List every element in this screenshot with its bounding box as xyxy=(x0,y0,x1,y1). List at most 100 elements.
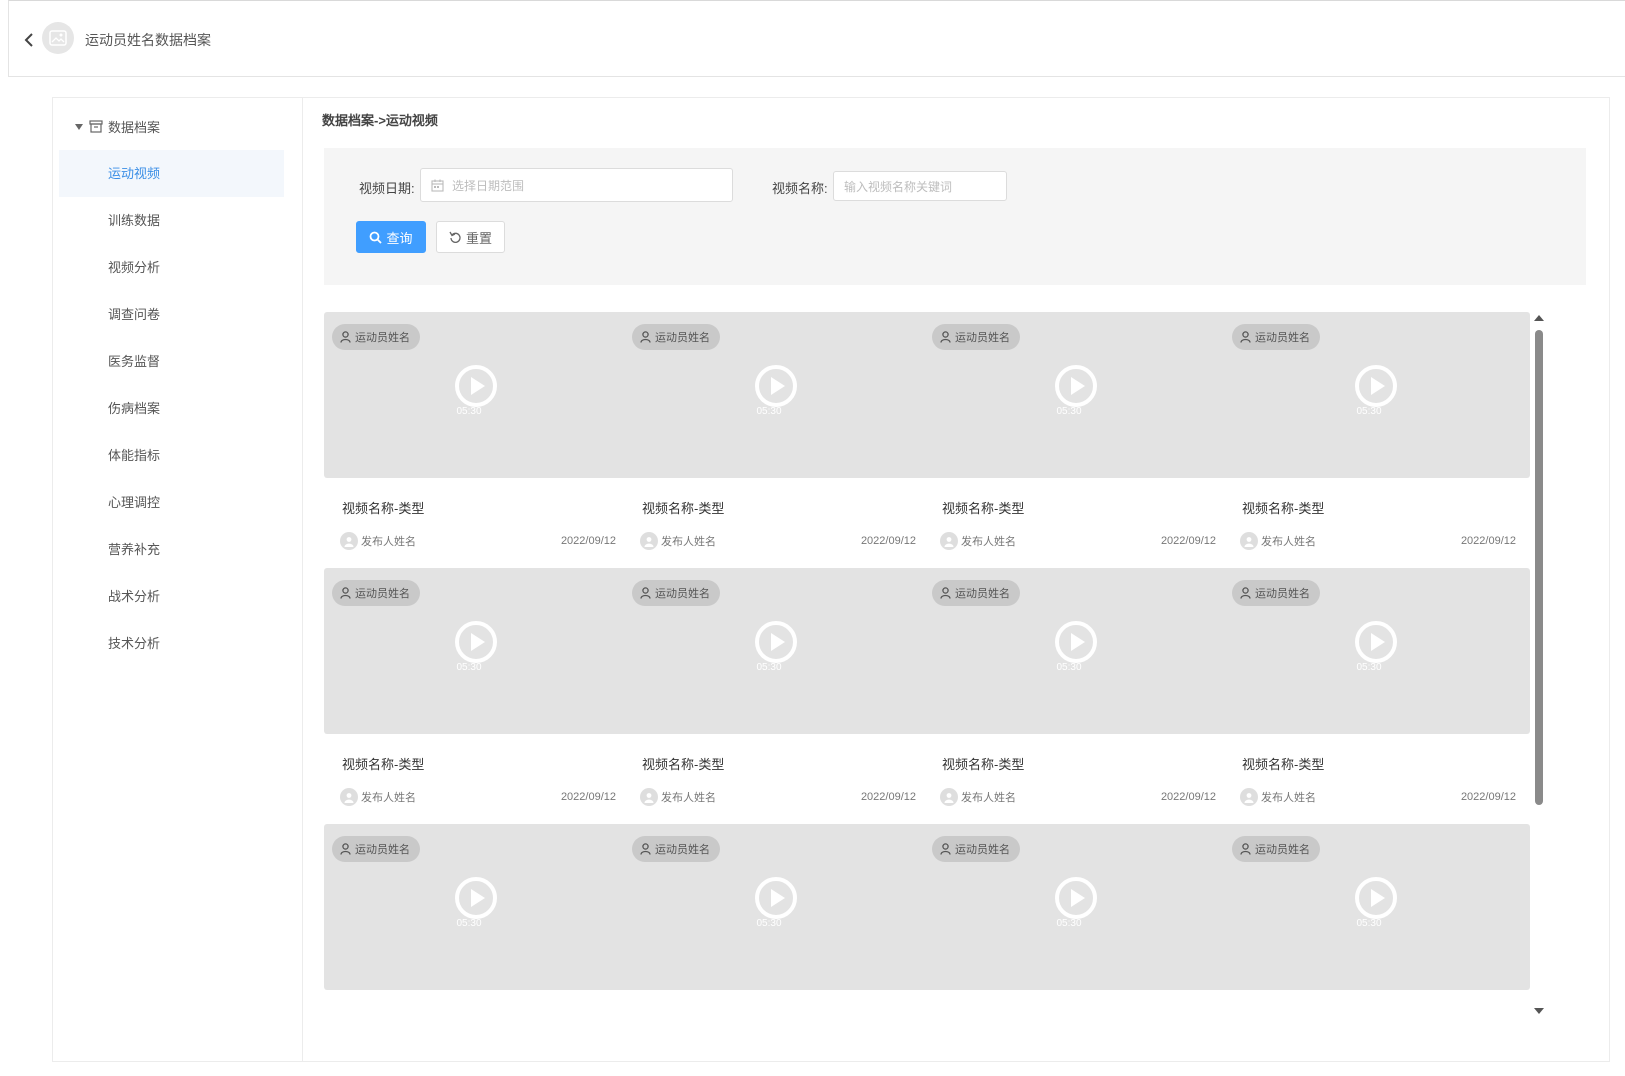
video-thumbnail[interactable]: 运动员姓名 05:30 xyxy=(624,824,930,990)
athlete-name: 运动员姓名 xyxy=(1255,844,1310,856)
reset-icon xyxy=(449,231,461,243)
video-card[interactable]: 运动员姓名 05:30 视频名称-类型 发布人姓名 2022/09/12 xyxy=(924,312,1230,570)
video-card[interactable]: 运动员姓名 05:30 视频名称-类型 发布人姓名 2022/09/12 xyxy=(924,568,1230,826)
play-icon[interactable] xyxy=(454,876,498,920)
video-card[interactable]: 运动员姓名 05:30 xyxy=(624,824,930,1027)
video-thumbnail[interactable]: 运动员姓名 05:30 xyxy=(924,568,1230,734)
date-label: 视频日期: xyxy=(359,181,415,196)
video-thumbnail[interactable]: 运动员姓名 05:30 xyxy=(324,824,630,990)
video-title[interactable]: 视频名称-类型 xyxy=(642,498,724,517)
publisher: 发布人姓名 xyxy=(340,788,416,806)
app-header: 运动员姓名数据档案 xyxy=(8,0,1625,77)
athlete-tag: 运动员姓名 xyxy=(632,324,720,350)
video-title[interactable]: 视频名称-类型 xyxy=(342,498,424,517)
video-name-placeholder: 输入视频名称关键词 xyxy=(844,179,953,194)
video-title[interactable]: 视频名称-类型 xyxy=(342,754,424,773)
sidebar-item-injury-records[interactable]: 伤病档案 xyxy=(59,385,284,432)
video-thumbnail[interactable]: 运动员姓名 05:30 xyxy=(624,312,930,478)
video-title[interactable]: 视频名称-类型 xyxy=(1242,754,1324,773)
athlete-tag: 运动员姓名 xyxy=(632,836,720,862)
athlete-name: 运动员姓名 xyxy=(655,332,710,344)
play-icon[interactable] xyxy=(1354,876,1398,920)
video-duration: 05:30 xyxy=(456,662,482,673)
sidebar-item-sports-video[interactable]: 运动视频 xyxy=(59,150,284,197)
video-thumbnail[interactable]: 运动员姓名 05:30 xyxy=(1224,568,1530,734)
publish-date: 2022/09/12 xyxy=(860,791,916,803)
athlete-name: 运动员姓名 xyxy=(355,588,410,600)
video-title[interactable]: 视频名称-类型 xyxy=(942,754,1024,773)
athlete-name: 运动员姓名 xyxy=(1255,332,1310,344)
video-card[interactable]: 运动员姓名 05:30 视频名称-类型 发布人姓名 2022/09/12 xyxy=(1224,312,1530,570)
user-icon xyxy=(940,331,951,343)
video-meta: 发布人姓名 2022/09/12 xyxy=(340,788,616,806)
publisher-name: 发布人姓名 xyxy=(961,536,1016,548)
video-title[interactable]: 视频名称-类型 xyxy=(1242,498,1324,517)
video-thumbnail[interactable]: 运动员姓名 05:30 xyxy=(1224,824,1530,990)
play-icon[interactable] xyxy=(1054,364,1098,408)
scroll-down-arrow-icon[interactable] xyxy=(1534,1008,1544,1014)
play-icon[interactable] xyxy=(754,620,798,664)
play-icon[interactable] xyxy=(454,620,498,664)
play-icon[interactable] xyxy=(754,364,798,408)
video-thumbnail[interactable]: 运动员姓名 05:30 xyxy=(924,312,1230,478)
back-arrow-icon[interactable] xyxy=(19,29,39,51)
publisher-avatar-icon xyxy=(940,788,958,806)
scrollbar-thumb[interactable] xyxy=(1535,330,1543,805)
user-icon xyxy=(340,587,351,599)
video-card[interactable]: 运动员姓名 05:30 视频名称-类型 发布人姓名 2022/09/12 xyxy=(624,568,930,826)
search-button[interactable]: 查询 xyxy=(356,221,426,253)
publisher-avatar-icon xyxy=(1240,788,1258,806)
video-card[interactable]: 运动员姓名 05:30 视频名称-类型 发布人姓名 2022/09/12 xyxy=(324,568,630,826)
video-thumbnail[interactable]: 运动员姓名 05:30 xyxy=(1224,312,1530,478)
main-frame: 数据档案 运动视频 训练数据 视频分析 调查问卷 医务监督 伤病档案 体能指标 … xyxy=(52,97,1610,1062)
play-icon[interactable] xyxy=(1354,364,1398,408)
video-card[interactable]: 运动员姓名 05:30 xyxy=(1224,824,1530,1027)
sidebar-item-nutrition[interactable]: 营养补充 xyxy=(59,526,284,573)
publisher-avatar-icon xyxy=(340,788,358,806)
video-thumbnail[interactable]: 运动员姓名 05:30 xyxy=(624,568,930,734)
video-meta: 发布人姓名 2022/09/12 xyxy=(340,532,616,550)
play-icon[interactable] xyxy=(754,876,798,920)
video-card[interactable]: 运动员姓名 05:30 xyxy=(324,824,630,1027)
sidebar-item-medical-supervision[interactable]: 医务监督 xyxy=(59,338,284,385)
publisher: 发布人姓名 xyxy=(340,532,416,550)
scroll-up-arrow-icon[interactable] xyxy=(1534,315,1544,321)
video-card[interactable]: 运动员姓名 05:30 视频名称-类型 发布人姓名 2022/09/12 xyxy=(324,312,630,570)
video-card[interactable]: 运动员姓名 05:30 视频名称-类型 发布人姓名 2022/09/12 xyxy=(1224,568,1530,826)
sidebar-item-questionnaire[interactable]: 调查问卷 xyxy=(59,291,284,338)
sidebar-item-technical-analysis[interactable]: 技术分析 xyxy=(59,620,284,667)
video-title[interactable]: 视频名称-类型 xyxy=(642,754,724,773)
reset-button[interactable]: 重置 xyxy=(436,221,505,253)
sidebar-item-mental-regulation[interactable]: 心理调控 xyxy=(59,479,284,526)
publisher: 发布人姓名 xyxy=(1240,532,1316,550)
publisher: 发布人姓名 xyxy=(640,532,716,550)
sidebar-item-video-analysis[interactable]: 视频分析 xyxy=(59,244,284,291)
publisher-name: 发布人姓名 xyxy=(361,536,416,548)
play-icon[interactable] xyxy=(1354,620,1398,664)
video-meta: 发布人姓名 2022/09/12 xyxy=(1240,788,1516,806)
caret-down-icon[interactable] xyxy=(75,123,83,130)
date-range-input[interactable]: 选择日期范围 xyxy=(420,168,733,202)
video-grid: 运动员姓名 05:30 视频名称-类型 发布人姓名 2022/09/12 运动员… xyxy=(324,312,1562,1027)
play-icon[interactable] xyxy=(1054,876,1098,920)
sidebar-item-tactical-analysis[interactable]: 战术分析 xyxy=(59,573,284,620)
video-card[interactable]: 运动员姓名 05:30 xyxy=(924,824,1230,1027)
play-icon[interactable] xyxy=(454,364,498,408)
video-thumbnail[interactable]: 运动员姓名 05:30 xyxy=(324,568,630,734)
video-card[interactable]: 运动员姓名 05:30 视频名称-类型 发布人姓名 2022/09/12 xyxy=(624,312,930,570)
sidebar-root[interactable]: 数据档案 xyxy=(75,116,160,136)
video-title[interactable]: 视频名称-类型 xyxy=(942,498,1024,517)
video-meta: 发布人姓名 2022/09/12 xyxy=(640,788,916,806)
sidebar-item-fitness-indicators[interactable]: 体能指标 xyxy=(59,432,284,479)
sidebar-item-training-data[interactable]: 训练数据 xyxy=(59,197,284,244)
video-duration: 05:30 xyxy=(1356,918,1382,929)
video-duration: 05:30 xyxy=(1056,662,1082,673)
video-name-input[interactable]: 输入视频名称关键词 xyxy=(833,171,1007,201)
video-thumbnail[interactable]: 运动员姓名 05:30 xyxy=(924,824,1230,990)
date-range-placeholder: 选择日期范围 xyxy=(452,178,525,193)
video-thumbnail[interactable]: 运动员姓名 05:30 xyxy=(324,312,630,478)
athlete-tag: 运动员姓名 xyxy=(332,580,420,606)
athlete-tag: 运动员姓名 xyxy=(932,836,1020,862)
play-icon[interactable] xyxy=(1054,620,1098,664)
sidebar-root-label: 数据档案 xyxy=(108,119,161,135)
